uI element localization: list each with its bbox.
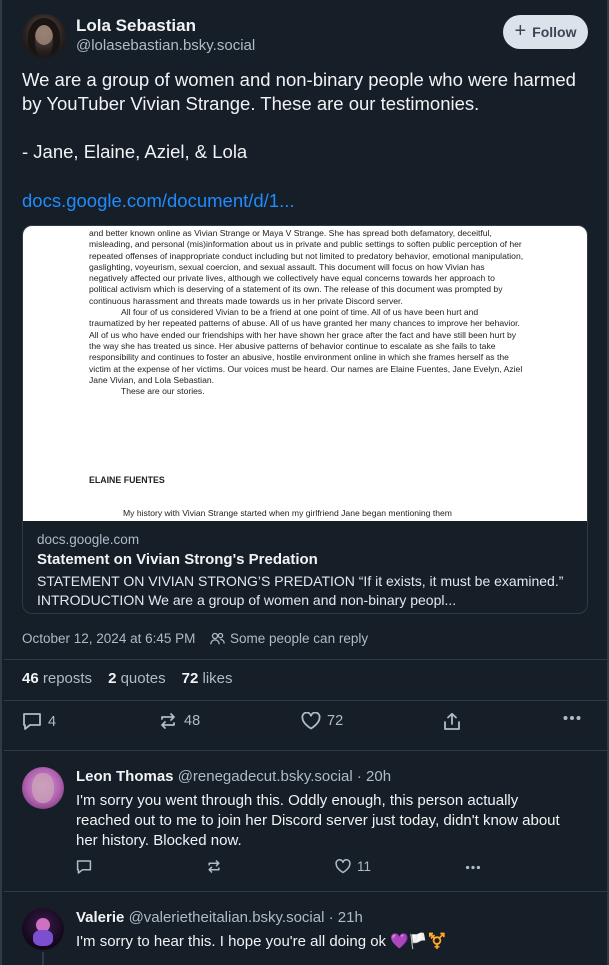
like-count: 11: [357, 859, 372, 874]
reply-author[interactable]: Leon Thomas @renegadecut.bsky.social · 2…: [76, 768, 391, 785]
card-meta: docs.google.com Statement on Vivian Stro…: [37, 532, 577, 610]
like-button[interactable]: 72: [301, 712, 343, 730]
repost-count: 48: [184, 713, 201, 729]
more-icon: [563, 716, 581, 720]
repost-button[interactable]: [206, 859, 222, 874]
share-button[interactable]: [443, 712, 461, 731]
follow-button[interactable]: + Follow: [503, 15, 588, 49]
follow-label: Follow: [532, 24, 577, 40]
author-avatar[interactable]: [22, 14, 66, 58]
reposts-stat[interactable]: 46 reposts: [22, 670, 92, 687]
post-date: October 12, 2024 at 6:45 PM: [22, 631, 196, 646]
document-paragraph: All four of us considered Vivian to be a…: [89, 307, 523, 385]
post-actions: 4 48 72: [22, 712, 592, 736]
heart-icon: [301, 712, 321, 730]
divider: [4, 700, 609, 701]
thread-view: Lola Sebastian @lolasebastian.bsky.socia…: [0, 0, 609, 965]
document-heading: ELAINE FUENTES: [89, 475, 165, 485]
quotes-stat[interactable]: 2 quotes: [108, 670, 166, 687]
heart-icon: [335, 859, 351, 874]
post-link[interactable]: docs.google.com/document/d/1...: [22, 190, 295, 212]
reply-avatar[interactable]: [22, 767, 64, 809]
reply-button[interactable]: [76, 859, 92, 875]
divider: [4, 659, 609, 660]
post-text: We are a group of women and non-binary p…: [22, 69, 576, 114]
document-paragraph: My history with Vivian Strange started w…: [123, 508, 452, 518]
repost-icon: [161, 713, 175, 729]
likes-stat[interactable]: 72 likes: [182, 670, 233, 687]
link-preview-card[interactable]: and better known online as Vivian Strang…: [22, 225, 588, 614]
divider: [4, 891, 609, 892]
reply-actions: 11: [76, 859, 576, 879]
document-paragraph: and better known online as Vivian Strang…: [89, 228, 524, 306]
plus-icon: +: [514, 20, 527, 42]
divider: [4, 750, 609, 751]
repost-button[interactable]: 48: [158, 712, 200, 730]
card-title: Statement on Vivian Strong's Predation: [37, 551, 318, 568]
more-options-button[interactable]: [563, 715, 581, 721]
document-preview-image: and better known online as Vivian Strang…: [23, 226, 587, 521]
post-stats: 46 reposts 2 quotes 72 likes: [22, 670, 233, 687]
reply-avatar[interactable]: [22, 908, 64, 950]
share-icon: [444, 712, 460, 730]
reply-icon: [76, 860, 92, 874]
reply-count: 4: [48, 713, 57, 730]
card-domain: docs.google.com: [37, 532, 140, 547]
document-body: and better known online as Vivian Strang…: [89, 228, 524, 397]
like-count: 72: [327, 713, 344, 729]
more-icon: [465, 865, 481, 870]
reply-author[interactable]: Valerie @valerietheitalian.bsky.social ·…: [76, 909, 363, 926]
author-name[interactable]: Lola Sebastian: [76, 16, 196, 36]
reply-button[interactable]: 4: [22, 712, 56, 731]
post-signature: - Jane, Elaine, Aziel, & Lola: [22, 141, 248, 162]
repost-icon: [208, 860, 220, 873]
reply-text: I'm sorry you went through this. Oddly e…: [76, 792, 560, 849]
like-button[interactable]: 11: [335, 859, 371, 874]
people-icon: [210, 632, 225, 645]
card-description: STATEMENT ON VIVIAN STRONG’S PREDATION “…: [37, 573, 564, 608]
reply-icon: [23, 713, 41, 730]
more-options-button[interactable]: [465, 865, 481, 870]
thread-line: [42, 952, 44, 965]
reply-permission[interactable]: Some people can reply: [210, 631, 368, 646]
reply-text: I'm sorry to hear this. I hope you're al…: [76, 933, 447, 950]
reply-permission-label: Some people can reply: [230, 631, 369, 646]
author-handle[interactable]: @lolasebastian.bsky.social: [76, 37, 255, 54]
document-paragraph: These are our stories.: [121, 386, 205, 397]
